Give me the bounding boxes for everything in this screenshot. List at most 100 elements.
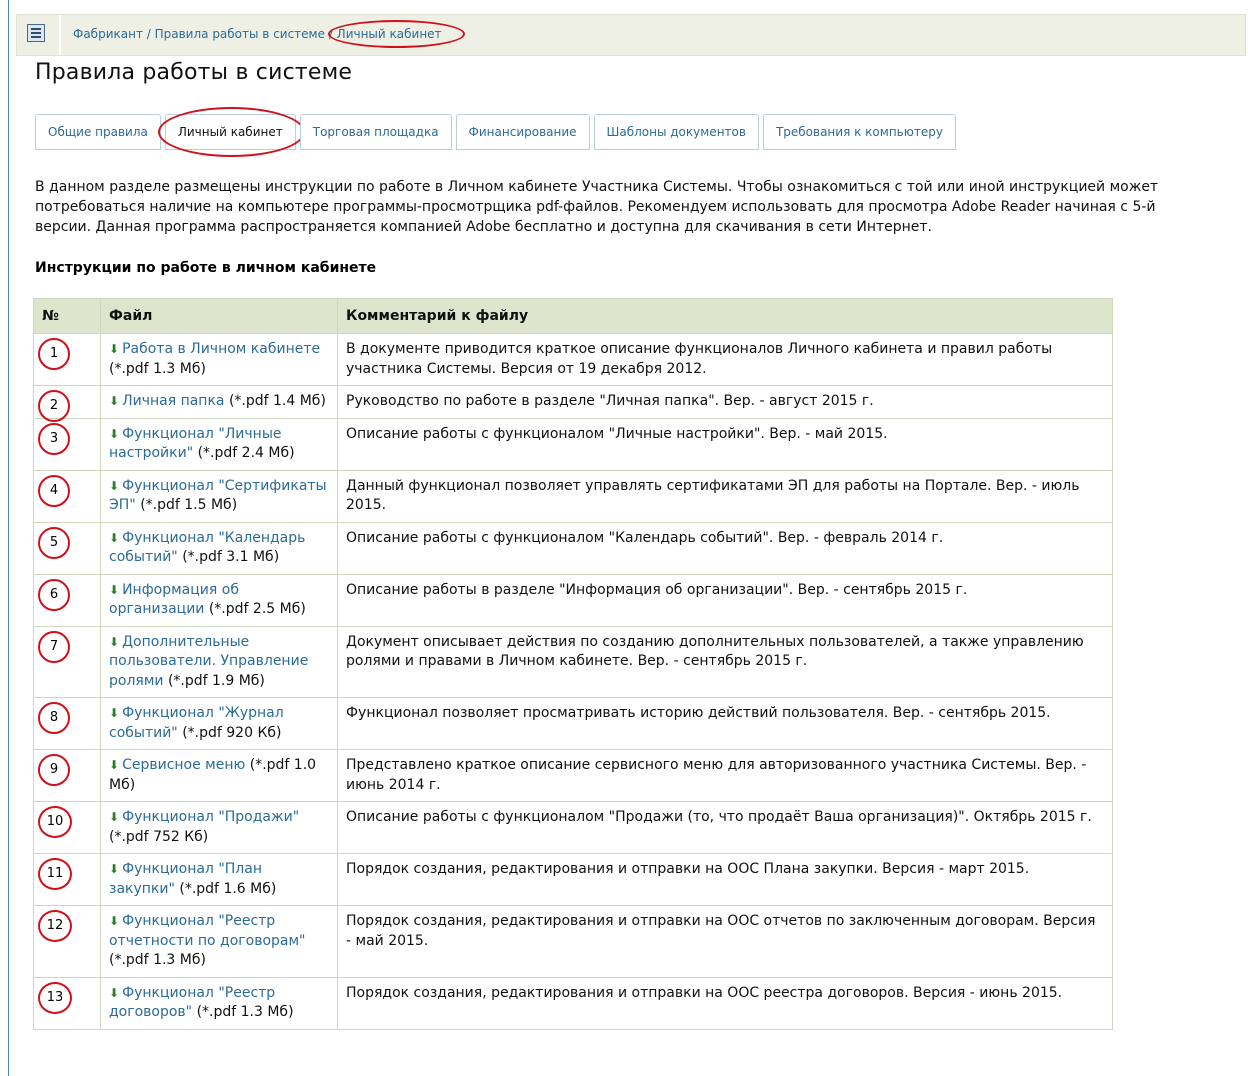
row-number-cell: 12: [33, 905, 101, 978]
annotation-number-circle: 6: [38, 578, 70, 611]
tab-document-templates[interactable]: Шаблоны документов: [593, 114, 759, 150]
file-cell: ⬇ Функционал "Календарь событий" (*.pdf 3…: [100, 521, 338, 575]
table-row: 1 ⬇ Работа в Личном кабинете (*.pdf 1.3 Мб…: [33, 333, 1113, 386]
breadcrumb-item-home[interactable]: Фабрикант: [73, 27, 143, 41]
download-arrow-icon: ⬇: [109, 758, 120, 772]
comment-cell: Порядок создания, редактирования и отпра…: [337, 905, 1113, 978]
row-number-cell: 8: [33, 697, 101, 750]
header-num: №: [33, 298, 101, 334]
file-cell: ⬇ Функционал "Сертификаты ЭП" (*.pdf 1.5 …: [100, 469, 338, 523]
file-link[interactable]: Сервисное меню: [122, 757, 245, 773]
row-number-cell: 1: [33, 333, 101, 386]
file-cell: ⬇ Функционал "Реестр договоров" (*.pdf 1.…: [100, 976, 338, 1030]
row-number-cell: 5: [33, 521, 101, 575]
comment-cell: В документе приводится краткое описание …: [337, 333, 1113, 386]
download-arrow-icon: ⬇: [109, 862, 120, 876]
download-arrow-icon: ⬇: [109, 342, 120, 356]
table-row: 8 ⬇ Функционал "Журнал событий" (*.pdf 920…: [33, 697, 1113, 750]
intro-text: В данном разделе размещены инструкции по…: [35, 179, 1159, 235]
file-size: (*.pdf 1.3 Мб): [109, 360, 206, 377]
comment-cell: Описание работы с функционалом "Продажи …: [337, 801, 1113, 854]
file-size: (*.pdf 752 Кб): [109, 828, 209, 845]
table-row: 7 ⬇ Дополнительные пользователи. Управлени…: [33, 625, 1113, 698]
file-link[interactable]: Работа в Личном кабинете: [122, 341, 320, 357]
tab-financing[interactable]: Финансирование: [455, 114, 590, 150]
file-link[interactable]: Функционал "Реестр отчетности по договор…: [109, 913, 306, 949]
file-link[interactable]: Личная папка: [122, 393, 224, 409]
annotation-number-circle: 10: [38, 806, 72, 838]
file-size: (*.pdf 1.3 Мб): [196, 1004, 294, 1020]
file-cell: ⬇ Функционал "Продажи" (*.pdf 752 Кб): [100, 801, 338, 854]
file-size: (*.pdf 1.3 Мб): [109, 952, 206, 968]
row-number-cell: 11: [33, 853, 101, 906]
annotation-number-circle: 8: [38, 702, 70, 734]
file-cell: ⬇ Личная папка (*.pdf 1.4 Мб): [100, 385, 338, 419]
file-cell: ⬇ Функционал "Журнал событий" (*.pdf 920 …: [100, 697, 338, 750]
breadcrumb-separator: /: [142, 27, 155, 41]
table-row: 13 ⬇ Функционал "Реестр договоров" (*.pdf …: [33, 976, 1113, 1030]
tab-personal-cabinet[interactable]: Личный кабинет: [157, 107, 305, 157]
download-arrow-icon: ⬇: [109, 478, 120, 493]
table-row: 11 ⬇ Функционал "План закупки" (*.pdf 1.6 …: [33, 853, 1113, 906]
table-row: 12 ⬇ Функционал "Реестр отчетности по дого…: [33, 905, 1113, 978]
comment-cell: Документ описывает действия по созданию …: [337, 625, 1113, 698]
instructions-table: № Файл Комментарий к файлу 1 ⬇ Работа в Ли…: [33, 298, 1113, 1030]
row-number-cell: 10: [33, 801, 101, 854]
file-size: (*.pdf 2.4 Мб): [197, 445, 295, 461]
file-cell: ⬇ Дополнительные пользователи. Управление…: [100, 625, 338, 698]
row-number-cell: 9: [33, 749, 101, 802]
annotation-circle-tab: [157, 107, 305, 157]
file-size: (*.pdf 920 Кб): [182, 724, 282, 741]
comment-cell: Представлено краткое описание сервисного…: [337, 749, 1113, 802]
annotation-number-circle: 3: [38, 422, 70, 455]
file-cell: ⬇ Функционал "План закупки" (*.pdf 1.6 Мб…: [100, 853, 338, 906]
row-number-cell: 3: [33, 417, 101, 471]
download-arrow-icon: ⬇: [109, 426, 120, 441]
download-arrow-icon: ⬇: [109, 394, 120, 408]
table-row: 6 ⬇ Информация об организации (*.pdf 2.5 М…: [33, 573, 1113, 627]
comment-cell: Порядок создания, редактирования и отпра…: [337, 976, 1113, 1030]
annotation-number-circle: 12: [38, 910, 72, 942]
file-size: (*.pdf 1.9 Мб): [167, 672, 265, 689]
file-size: (*.pdf 3.1 Мб): [182, 549, 280, 565]
tab-bar: Общие правила Личный кабинет Торговая пл…: [35, 107, 960, 157]
annotation-circle-breadcrumb: [328, 20, 465, 48]
table-row: 10 ⬇ Функционал "Продажи" (*.pdf 752 Кб) Оп…: [33, 801, 1113, 854]
file-size: (*.pdf 1.6 Мб): [179, 880, 277, 897]
file-cell: ⬇ Функционал "Реестр отчетности по догово…: [100, 905, 338, 978]
download-arrow-icon: ⬇: [109, 985, 120, 1000]
table-row: 5 ⬇ Функционал "Календарь событий" (*.pdf …: [33, 521, 1113, 575]
file-link[interactable]: Функционал "Продажи": [122, 809, 299, 825]
annotation-number-circle: 7: [38, 630, 70, 663]
download-arrow-icon: ⬇: [109, 810, 120, 824]
menu-icon[interactable]: [27, 24, 45, 42]
breadcrumb-item-rules[interactable]: Правила работы в системе: [155, 27, 325, 41]
download-arrow-icon: ⬇: [109, 634, 120, 649]
tab-general-rules[interactable]: Общие правила: [35, 114, 161, 150]
comment-cell: Описание работы с функционалом "Календар…: [337, 521, 1113, 575]
comment-cell: Описание работы с функционалом "Личные н…: [337, 417, 1113, 471]
tab-computer-requirements[interactable]: Требования к компьютеру: [762, 114, 956, 150]
table-row: 2 ⬇ Личная папка (*.pdf 1.4 Мб) Руководство…: [33, 385, 1113, 422]
file-size: (*.pdf 1.4 Мб): [228, 393, 326, 409]
row-number-cell: 13: [33, 976, 101, 1030]
top-bar: Фабрикант / Правила работы в системе / Л…: [16, 14, 1246, 56]
page-left-border: [8, 0, 9, 1076]
row-number-cell: 4: [33, 469, 101, 523]
file-cell: ⬇ Функционал "Личные настройки" (*.pdf 2.…: [100, 417, 338, 471]
topbar-separator: [59, 15, 61, 55]
file-cell: ⬇ Информация об организации (*.pdf 2.5 Мб…: [100, 573, 338, 627]
file-cell: ⬇ Сервисное меню (*.pdf 1.0 Мб): [100, 749, 338, 802]
annotation-number-circle: 1: [38, 338, 70, 370]
header-comment: Комментарий к файлу: [337, 298, 1113, 334]
annotation-number-circle: 5: [38, 526, 70, 559]
annotation-number-circle: 11: [38, 858, 72, 890]
header-file: Файл: [100, 298, 338, 334]
annotation-number-circle: 13: [38, 981, 72, 1014]
download-arrow-icon: ⬇: [109, 706, 120, 720]
tab-trading-platform[interactable]: Торговая площадка: [299, 114, 452, 150]
section-title: Инструкции по работе в личном кабинете: [35, 260, 377, 276]
row-number-cell: 2: [33, 385, 101, 422]
annotation-number-circle: 4: [38, 474, 70, 507]
row-number-cell: 6: [33, 573, 101, 627]
